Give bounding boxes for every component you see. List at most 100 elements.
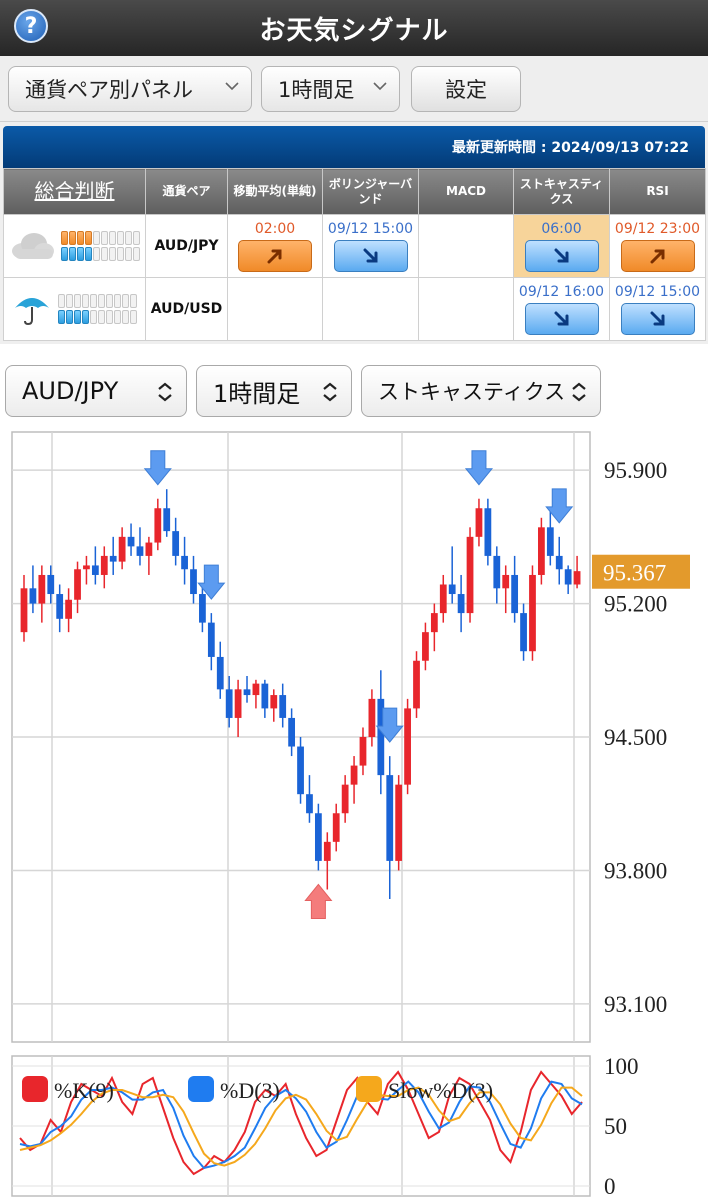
page-title: お天気シグナル	[259, 15, 449, 46]
overall-judgement	[3, 214, 146, 278]
candle-body	[439, 584, 447, 614]
candle-body	[56, 594, 64, 619]
candle-body	[404, 708, 411, 785]
candle-body	[368, 698, 376, 737]
chart-pair-select[interactable]: AUD/JPY	[5, 365, 187, 417]
candle-body	[573, 571, 581, 585]
arrow-down-right-icon	[554, 248, 568, 262]
candle-body	[261, 683, 269, 709]
chevron-down-icon	[225, 82, 239, 91]
candle-body	[529, 574, 536, 652]
candle-body	[564, 569, 572, 585]
candle-body	[306, 794, 313, 814]
umbrella-icon	[15, 298, 49, 326]
candle-body	[314, 813, 322, 861]
candle-body	[297, 746, 304, 795]
chart-indicator-value: ストキャスティクス	[378, 380, 566, 404]
candle-body	[555, 555, 563, 570]
candle-body	[118, 536, 126, 562]
panel-select[interactable]: 通貨ペア別パネル	[8, 66, 252, 112]
candle-body	[323, 841, 331, 861]
candle-body	[20, 588, 28, 633]
signal-down-button[interactable]	[333, 239, 408, 272]
legend-label: Slow%D(3)	[388, 1078, 493, 1103]
table-row[interactable]: AUD/USD 09/12 16:00 09/12 15:00	[3, 277, 706, 341]
stoch-y-tick-label: 100	[604, 1054, 639, 1079]
candle-body	[163, 508, 171, 532]
arrow-up-right-icon	[267, 249, 282, 263]
chart-indicator-select[interactable]: ストキャスティクス	[361, 365, 601, 417]
candle-body	[243, 689, 251, 696]
help-icon[interactable]: ?	[14, 9, 48, 43]
candle-body	[279, 695, 287, 718]
signal-macd-empty	[418, 214, 514, 278]
price-chart[interactable]: 95.900 95.200 94.500 93.800 93.100 95.367 100 5…	[0, 428, 708, 1200]
candle-body	[207, 622, 215, 657]
signal-rsi[interactable]: 09/12 23:00	[609, 214, 706, 278]
col-header-stoch: ストキャスティクス	[513, 168, 610, 215]
candle-body	[422, 632, 429, 661]
table-row[interactable]: AUD/JPY 02:00 09/12 15:00 06:00 09/12 23…	[3, 214, 706, 278]
signal-stoch[interactable]: 06:00	[513, 214, 610, 278]
updown-chevron-icon	[572, 382, 586, 402]
signal-bb[interactable]: 09/12 15:00	[322, 214, 419, 278]
candle	[395, 775, 403, 871]
col-header-ma: 移動平均(単純)	[227, 168, 323, 215]
candle-body	[493, 555, 501, 589]
candle-body	[350, 765, 358, 785]
pair-name[interactable]: AUD/USD	[145, 277, 228, 341]
candle-body	[91, 565, 99, 575]
signal-stoch[interactable]: 09/12 16:00	[513, 277, 610, 341]
arrow-up-right-icon	[650, 249, 664, 263]
candle	[297, 737, 304, 804]
candle-body	[395, 784, 403, 861]
y-tick-label: 93.100	[604, 992, 667, 1017]
candle-body	[546, 527, 554, 556]
settings-button[interactable]: 設定	[411, 66, 521, 112]
timeframe-select[interactable]: 1時間足	[261, 66, 400, 112]
app-header: ? お天気シグナル	[0, 0, 708, 56]
current-price-label: 95.367	[603, 561, 666, 586]
signal-bb-empty	[322, 277, 419, 341]
candle-body	[172, 531, 180, 556]
candle-body	[288, 717, 296, 747]
candle-body	[181, 555, 188, 570]
last-update-text: 最新更新時間 : 2024/09/13 07:22	[452, 140, 689, 156]
signal-up-button[interactable]	[620, 239, 695, 272]
col-header-overall[interactable]: 総合判断	[3, 168, 146, 215]
candle-body	[74, 569, 81, 600]
candle-body	[332, 813, 340, 842]
candle-body	[47, 574, 55, 595]
candle-body	[145, 542, 153, 556]
candle	[314, 803, 322, 871]
candle	[404, 698, 411, 795]
candle-body	[430, 613, 438, 633]
signal-time: 09/12 15:00	[327, 220, 414, 237]
signal-down-button[interactable]	[524, 239, 599, 272]
col-header-pair: 通貨ペア	[145, 168, 228, 215]
pair-name[interactable]: AUD/JPY	[145, 214, 228, 278]
candle-body	[199, 594, 206, 623]
candle-body	[216, 656, 224, 690]
stoch-y-tick-label: 50	[604, 1114, 627, 1139]
signal-rsi[interactable]: 09/12 15:00	[609, 277, 706, 341]
candle-body	[252, 683, 260, 696]
signal-down-button[interactable]	[620, 302, 695, 335]
strength-meter	[58, 294, 137, 324]
candle-body	[413, 660, 420, 709]
candle	[538, 517, 545, 585]
toolbar: 通貨ペア別パネル 1時間足 設定	[0, 56, 708, 122]
stoch-y-tick-label: 0	[604, 1174, 616, 1199]
arrow-down-right-icon	[554, 311, 568, 325]
signal-down-button[interactable]	[524, 302, 599, 335]
signal-up-button[interactable]	[238, 239, 312, 272]
signal-time: 09/12 23:00	[614, 220, 701, 237]
signal-ma[interactable]: 02:00	[227, 214, 323, 278]
chart-timeframe-select[interactable]: 1時間足	[196, 365, 352, 417]
signal-time: 09/12 16:00	[518, 283, 605, 300]
y-tick-label: 94.500	[604, 725, 667, 750]
candle-body	[38, 574, 46, 604]
y-tick-label: 93.800	[604, 858, 667, 883]
candle	[484, 498, 492, 566]
timeframe-select-value: 1時間足	[278, 78, 355, 102]
